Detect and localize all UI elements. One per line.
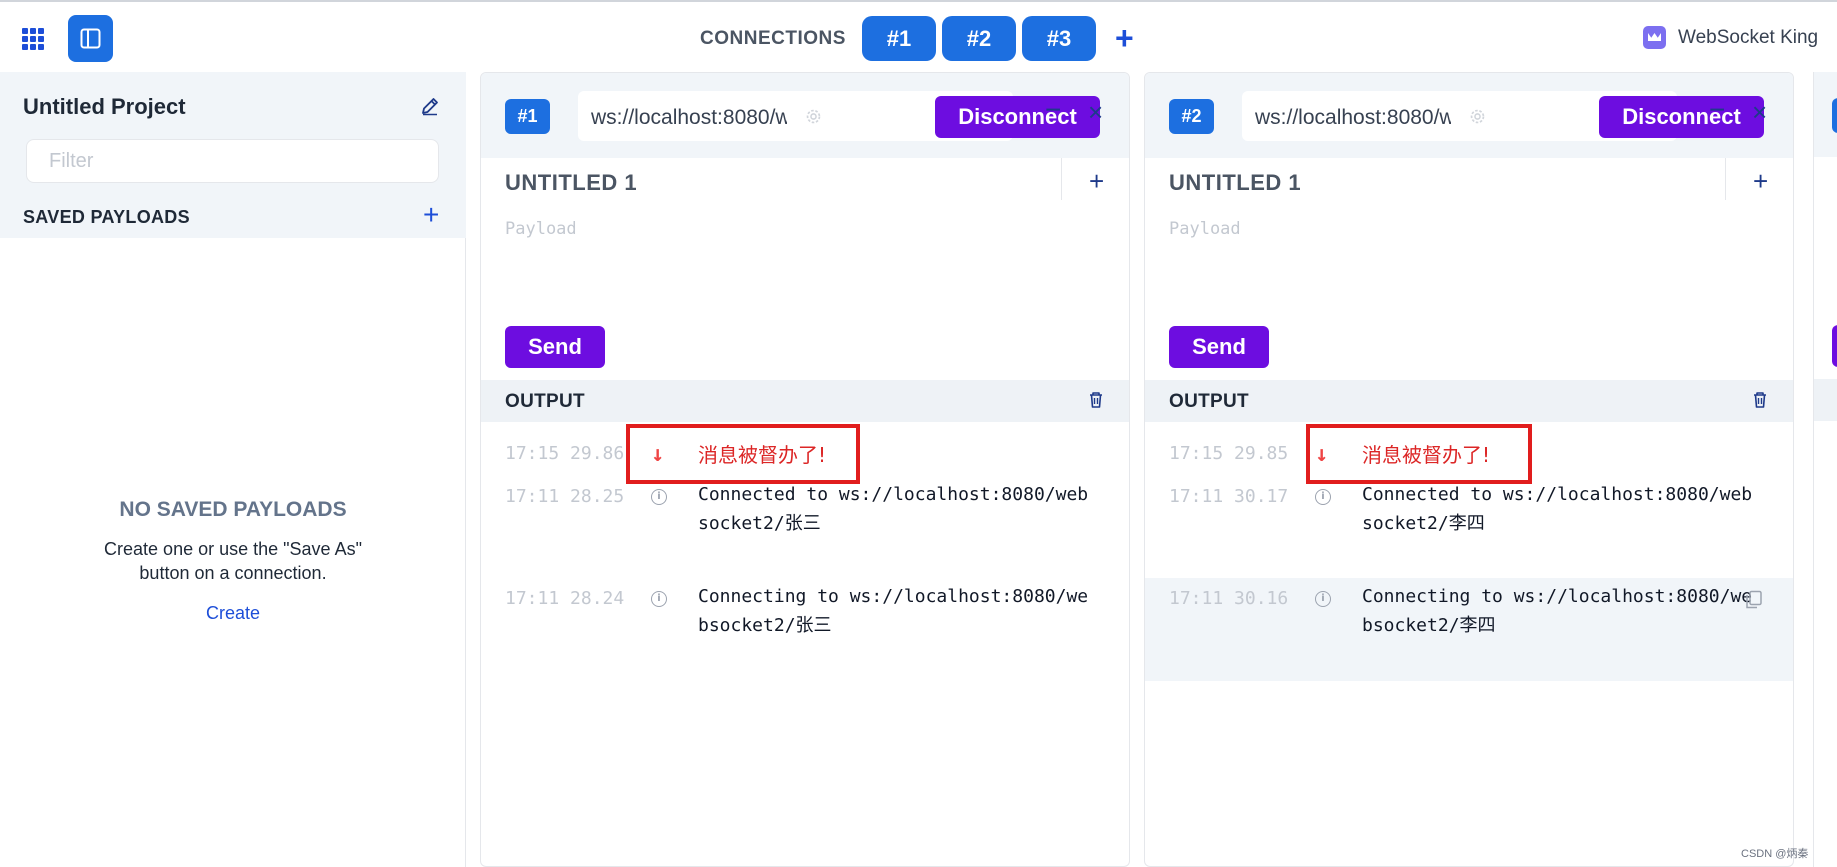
log-time: 17:15 29.85 (1169, 443, 1289, 464)
trash-icon[interactable] (1088, 391, 1104, 409)
connection-tab-2[interactable]: #2 (942, 16, 1016, 61)
log-message: Connecting to ws://localhost:8080/websoc… (698, 586, 1089, 636)
url-input[interactable] (1255, 102, 1451, 130)
log-message: Connected to ws://localhost:8080/websock… (698, 484, 1089, 534)
log-message: 消息被督办了! (1362, 443, 1491, 467)
info-icon: i (1315, 591, 1331, 607)
copy-icon[interactable] (1745, 590, 1763, 610)
project-title: Untitled Project (23, 94, 186, 119)
panel-header: #2 Disconnect − × (1145, 73, 1793, 158)
log-time: 17:15 29.86 (505, 443, 625, 464)
connection-panel-1: #1 Disconnect − × UNTITLED 1 + Send OUTP… (480, 72, 1130, 867)
payload-input[interactable] (503, 211, 1103, 297)
connection-badge: #1 (505, 99, 550, 134)
arrow-down-icon: ↓ (1315, 442, 1329, 467)
tab-divider (1061, 158, 1062, 200)
output-label: OUTPUT (1169, 391, 1249, 412)
create-payload-link[interactable]: Create (0, 603, 466, 624)
gear-icon[interactable] (805, 108, 822, 125)
info-icon: i (651, 489, 667, 505)
panel-header: #1 Disconnect − × (481, 73, 1129, 158)
minimize-button[interactable]: − (1709, 95, 1725, 125)
sidebar-toggle-icon (80, 28, 101, 49)
watermark: CSDN @炳秦 (1741, 848, 1809, 860)
empty-state-description: Create one or use the "Save As" button o… (104, 539, 362, 583)
brand: WebSocket King (1643, 26, 1818, 49)
saved-payloads-label: SAVED PAYLOADS (23, 207, 190, 227)
log-time: 17:11 28.24 (505, 588, 625, 609)
url-input[interactable] (591, 102, 787, 130)
connection-tab-1[interactable]: #1 (862, 16, 936, 61)
payload-input[interactable] (1167, 211, 1767, 297)
sidebar: Untitled Project SAVED PAYLOADS + NO SAV… (0, 72, 466, 867)
connection-panel-3-partial (1813, 72, 1837, 867)
info-icon: i (1315, 489, 1331, 505)
top-bar: CONNECTIONS #1 #2 #3 + WebSocket King (0, 0, 1837, 72)
log-time: 17:11 30.17 (1169, 486, 1289, 507)
log-time: 17:11 28.25 (505, 486, 625, 507)
payload-tab-row: UNTITLED 1 + (1145, 158, 1793, 206)
url-bar: Disconnect (578, 91, 1100, 141)
output-header (1814, 379, 1837, 421)
close-button[interactable]: × (1752, 97, 1767, 127)
close-button[interactable]: × (1088, 97, 1103, 127)
arrow-down-icon: ↓ (651, 442, 665, 467)
brand-name: WebSocket King (1678, 26, 1819, 48)
connection-panel-2: #2 Disconnect − × UNTITLED 1 + Send OUTP… (1144, 72, 1794, 867)
minimize-button[interactable]: − (1045, 95, 1061, 125)
add-connection-button[interactable]: + (1115, 20, 1134, 56)
output-label: OUTPUT (505, 391, 585, 412)
crown-icon (1643, 26, 1666, 49)
payload-tab-name[interactable]: UNTITLED 1 (1169, 170, 1301, 196)
add-payload-button[interactable]: + (423, 199, 439, 231)
edit-icon[interactable] (420, 96, 440, 116)
send-button[interactable] (1832, 325, 1837, 367)
connection-badge: #2 (1169, 99, 1214, 134)
send-button[interactable]: Send (505, 326, 605, 368)
sidebar-toggle-button[interactable] (68, 15, 113, 62)
empty-state-title: NO SAVED PAYLOADS (119, 498, 347, 521)
output-header: OUTPUT (1145, 380, 1793, 422)
log-message: 消息被督办了! (698, 443, 827, 467)
trash-icon[interactable] (1752, 391, 1768, 409)
payload-tab-row: UNTITLED 1 + (481, 158, 1129, 206)
log-message: Connecting to ws://localhost:8080/websoc… (1362, 586, 1753, 636)
log-message: Connected to ws://localhost:8080/websock… (1362, 484, 1753, 534)
add-tab-button[interactable]: + (1089, 166, 1104, 197)
gear-icon[interactable] (1469, 108, 1486, 125)
connections-label: CONNECTIONS (700, 28, 846, 49)
log-time: 17:11 30.16 (1169, 588, 1289, 609)
connection-tab-3[interactable]: #3 (1022, 16, 1096, 61)
sidebar-header: Untitled Project SAVED PAYLOADS + (0, 72, 466, 238)
disconnect-button[interactable]: Disconnect (1599, 96, 1764, 138)
disconnect-button[interactable]: Disconnect (935, 96, 1100, 138)
url-bar: Disconnect (1242, 91, 1764, 141)
payload-tab-name[interactable]: UNTITLED 1 (505, 170, 637, 196)
apps-grid-icon[interactable] (22, 28, 44, 50)
add-tab-button[interactable]: + (1753, 166, 1768, 197)
filter-input[interactable] (26, 139, 439, 183)
tab-divider (1725, 158, 1726, 200)
send-button[interactable]: Send (1169, 326, 1269, 368)
info-icon: i (651, 591, 667, 607)
output-header: OUTPUT (481, 380, 1129, 422)
connection-badge (1832, 98, 1837, 133)
